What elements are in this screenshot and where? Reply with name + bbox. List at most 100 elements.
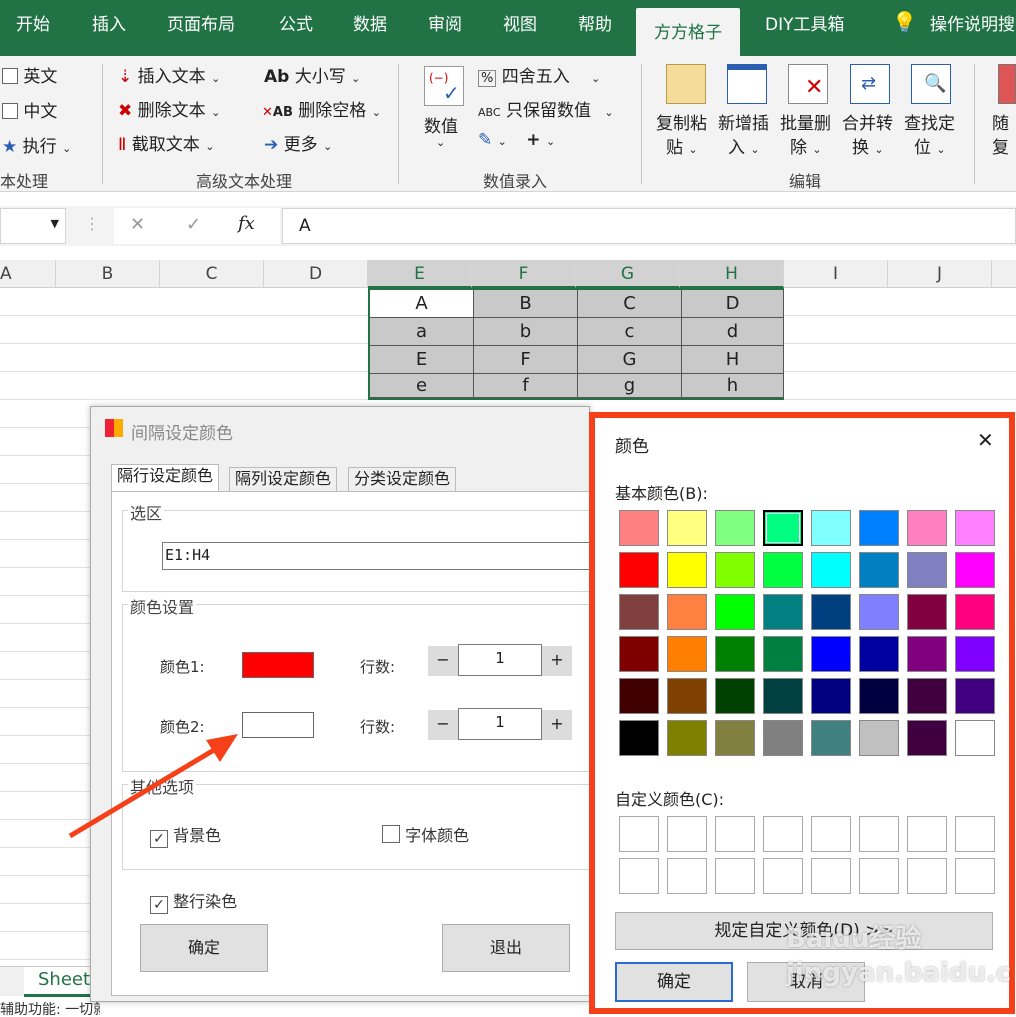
color-swatch[interactable]: [955, 594, 995, 630]
cell-g4[interactable]: g: [578, 374, 682, 398]
enter-icon[interactable]: ✓: [186, 214, 201, 235]
exit-button[interactable]: 退出: [442, 924, 570, 972]
color-swatch[interactable]: [859, 510, 899, 546]
custom-color-slot[interactable]: [667, 858, 707, 894]
color-swatch[interactable]: [955, 552, 995, 588]
custom-color-slot[interactable]: [811, 858, 851, 894]
color-swatch[interactable]: [763, 720, 803, 756]
color-swatch[interactable]: [811, 552, 851, 588]
range-input[interactable]: E1:H4: [162, 542, 592, 570]
color-swatch[interactable]: [715, 720, 755, 756]
color-swatch[interactable]: [715, 552, 755, 588]
color-swatch[interactable]: [619, 678, 659, 714]
tab-data[interactable]: 数据: [353, 10, 387, 35]
insert-button[interactable]: 新增插入 ⌄: [718, 112, 769, 162]
color-swatch[interactable]: [955, 720, 995, 756]
color-swatch[interactable]: [811, 720, 851, 756]
color-swatch[interactable]: [907, 510, 947, 546]
tab-insert[interactable]: 插入: [92, 10, 126, 35]
numeric-button[interactable]: 数值: [424, 112, 458, 137]
col-header-j[interactable]: J: [888, 260, 992, 288]
color-swatch[interactable]: [955, 510, 995, 546]
cell-h2[interactable]: d: [682, 318, 784, 346]
color-swatch[interactable]: [715, 594, 755, 630]
col-header-i[interactable]: I: [784, 260, 888, 288]
color-swatch[interactable]: [619, 594, 659, 630]
cell-f4[interactable]: f: [474, 374, 578, 398]
custom-color-slot[interactable]: [763, 816, 803, 852]
col-header-h[interactable]: H: [680, 260, 784, 288]
color-swatch[interactable]: [811, 594, 851, 630]
color-swatch[interactable]: [715, 636, 755, 672]
color-swatch[interactable]: [859, 552, 899, 588]
custom-color-slot[interactable]: [955, 858, 995, 894]
custom-color-slot[interactable]: [619, 858, 659, 894]
cell-g2[interactable]: c: [578, 318, 682, 346]
tab-category-color[interactable]: 分类设定颜色: [348, 467, 457, 491]
custom-color-slot[interactable]: [619, 816, 659, 852]
formula-input[interactable]: A: [282, 208, 1016, 244]
english-option[interactable]: 英文: [2, 62, 57, 87]
font-color-checkbox[interactable]: 字体颜色: [382, 822, 469, 846]
color-swatch[interactable]: [907, 594, 947, 630]
tab-search[interactable]: 操作说明搜: [930, 10, 1015, 35]
full-row-checkbox[interactable]: ✓ 整行染色: [150, 888, 237, 914]
cell-e4[interactable]: e: [370, 374, 474, 398]
color-swatch[interactable]: [619, 552, 659, 588]
color-ok-button[interactable]: 确定: [615, 962, 733, 1002]
color-swatch[interactable]: [811, 510, 851, 546]
col-header-g[interactable]: G: [576, 260, 680, 288]
rows1-input[interactable]: 1: [458, 644, 542, 676]
close-icon[interactable]: ✕: [977, 428, 994, 452]
color-swatch[interactable]: [619, 636, 659, 672]
cell-h3[interactable]: H: [682, 346, 784, 374]
color-swatch[interactable]: [955, 678, 995, 714]
color-swatch[interactable]: [667, 636, 707, 672]
random-button[interactable]: 随复: [992, 112, 1009, 160]
execute-button[interactable]: ★ 执行 ⌄: [2, 132, 71, 157]
cell-e1[interactable]: A: [370, 290, 474, 318]
tab-column-color[interactable]: 隔列设定颜色: [229, 467, 338, 491]
tab-formulas[interactable]: 公式: [279, 10, 313, 35]
color-swatch[interactable]: [763, 594, 803, 630]
color-swatch[interactable]: [907, 636, 947, 672]
sheet-tab[interactable]: Sheet: [24, 967, 90, 997]
color-swatch[interactable]: [667, 678, 707, 714]
color-swatch[interactable]: [667, 510, 707, 546]
delete-text-button[interactable]: ✖ 删除文本 ⌄: [118, 96, 220, 121]
color-swatch[interactable]: [763, 552, 803, 588]
tab-view[interactable]: 视图: [503, 10, 537, 35]
color-swatch[interactable]: [763, 510, 803, 546]
color-swatch[interactable]: [859, 636, 899, 672]
tab-row-color[interactable]: 隔行设定颜色: [111, 464, 220, 492]
col-header-a[interactable]: A: [0, 260, 56, 288]
color-swatch[interactable]: [859, 678, 899, 714]
cell-h1[interactable]: D: [682, 290, 784, 318]
insert-text-button[interactable]: ⇣ 插入文本 ⌄: [118, 62, 220, 87]
color-swatch[interactable]: [955, 636, 995, 672]
color-swatch[interactable]: [619, 510, 659, 546]
cell-f2[interactable]: b: [474, 318, 578, 346]
custom-color-slot[interactable]: [859, 816, 899, 852]
custom-color-slot[interactable]: [715, 858, 755, 894]
cell-e2[interactable]: a: [370, 318, 474, 346]
copy-paste-button[interactable]: 复制粘贴 ⌄: [656, 112, 707, 162]
case-button[interactable]: Ab 大小写 ⌄: [264, 62, 360, 87]
batch-delete-button[interactable]: 批量删除 ⌄: [780, 112, 831, 162]
rows1-plus-button[interactable]: +: [542, 646, 572, 676]
rows2-minus-button[interactable]: −: [428, 710, 458, 740]
name-box[interactable]: ▼: [0, 208, 66, 244]
cell-f1[interactable]: B: [474, 290, 578, 318]
col-header-f[interactable]: F: [472, 260, 576, 288]
color-swatch[interactable]: [811, 636, 851, 672]
selected-range[interactable]: A B C D a b c d E F G H e f g h: [368, 288, 784, 400]
color2-swatch[interactable]: [242, 712, 314, 738]
color-swatch[interactable]: [811, 678, 851, 714]
round-button[interactable]: % 四舍五入 ⌄: [478, 62, 600, 87]
rows1-minus-button[interactable]: −: [428, 646, 458, 676]
custom-color-slot[interactable]: [811, 816, 851, 852]
tab-review[interactable]: 审阅: [428, 10, 462, 35]
color-swatch[interactable]: [907, 552, 947, 588]
custom-color-slot[interactable]: [907, 858, 947, 894]
color-swatch[interactable]: [763, 636, 803, 672]
